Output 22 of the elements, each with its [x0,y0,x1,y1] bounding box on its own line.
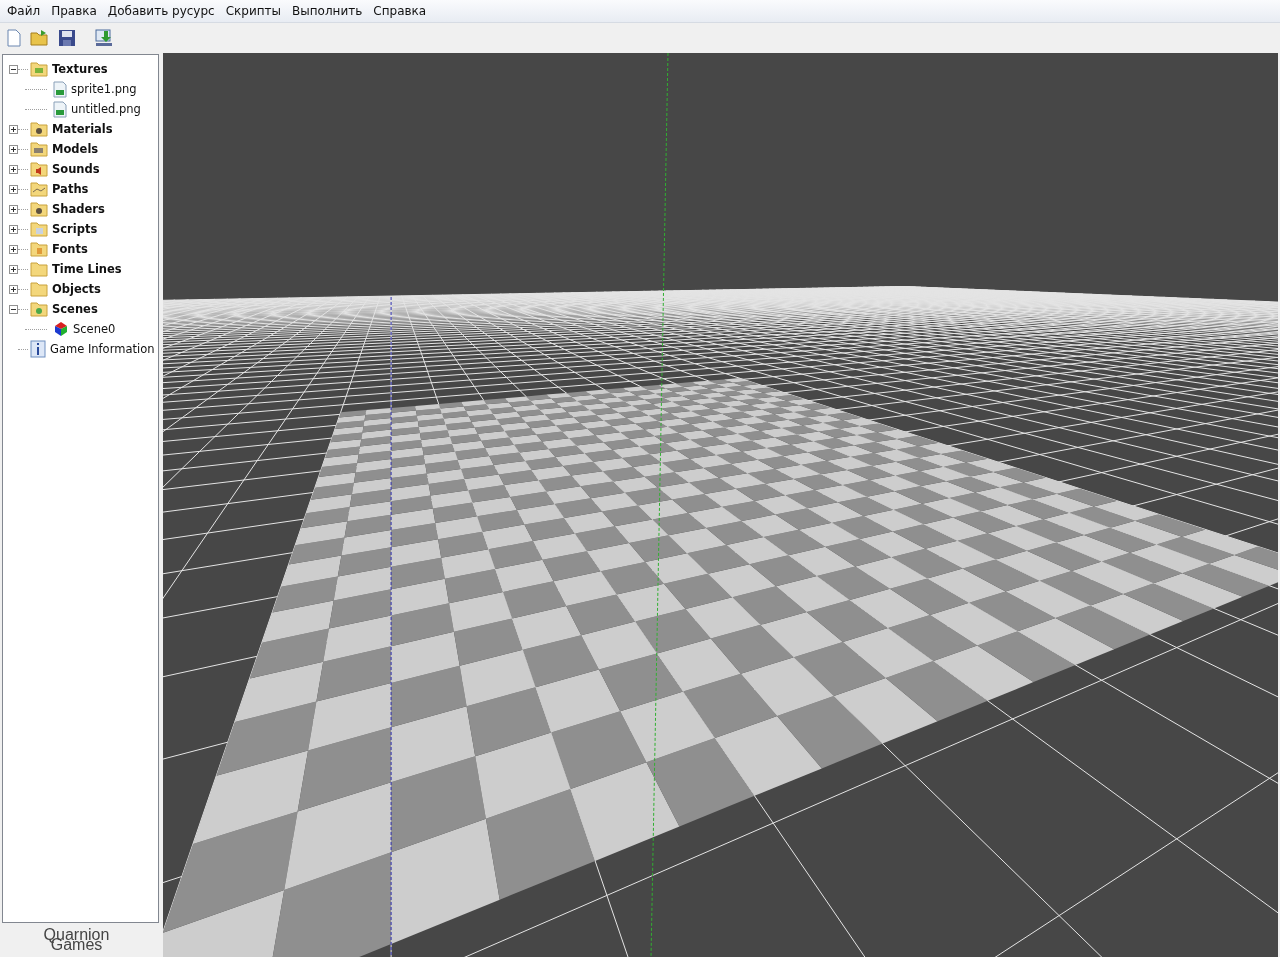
tree-item[interactable]: untitled.png [71,102,141,116]
menu-item[interactable]: Правка [47,4,104,18]
menu-item[interactable]: Файл [3,4,48,18]
menu-item[interactable]: Добавить русурс [103,4,222,18]
tree-item[interactable]: Textures [52,62,108,76]
tree-item[interactable]: Materials [52,122,113,136]
tree-item[interactable]: Paths [52,182,89,196]
tree-item[interactable]: Sounds [52,162,100,176]
tree-item[interactable]: Models [52,142,99,156]
tree-item[interactable]: Scripts [52,222,98,236]
menu-item[interactable]: Справка [369,4,434,18]
tree-item[interactable]: Game Information [50,342,155,356]
tree-item[interactable]: Fonts [52,242,88,256]
logo: Quarnion Games [42,925,111,955]
tree-item[interactable]: sprite1.png [71,82,137,96]
tree-item[interactable]: Objects [52,282,101,296]
menu-item[interactable]: Выполнить [288,4,370,18]
tree-item[interactable]: Shaders [52,202,105,216]
tree-item[interactable]: Scenes [52,302,98,316]
menu-item[interactable]: Скрипты [221,4,289,18]
tree-item[interactable]: Time Lines [52,262,122,276]
tree-item[interactable]: Scene0 [73,322,116,336]
